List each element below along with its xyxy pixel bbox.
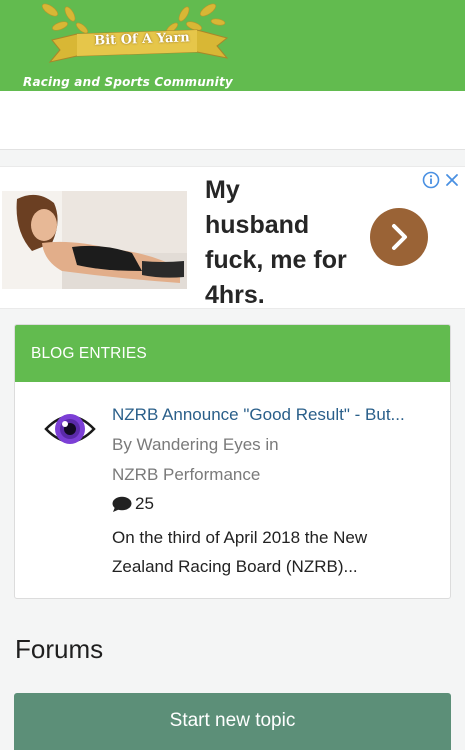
ad-photo-illustration <box>2 191 187 289</box>
ad-image[interactable] <box>2 191 187 289</box>
advertisement[interactable]: My husband fuck, me for 4hrs. <box>0 166 465 309</box>
blog-entries-widget: BLOG ENTRIES NZRB Announce "Good Result"… <box>14 324 451 599</box>
comment-count: 25 <box>112 494 154 514</box>
close-icon[interactable] <box>444 171 460 189</box>
info-icon[interactable] <box>422 171 440 189</box>
navigation-bar <box>0 91 465 150</box>
ad-headline-line: fuck, me for <box>205 246 347 274</box>
excerpt-line: Zealand Racing Board (NZRB)... <box>112 557 358 576</box>
blog-entry-category-link[interactable]: NZRB Performance <box>112 465 260 485</box>
chevron-right-icon <box>392 224 407 250</box>
blog-entry-title-link[interactable]: NZRB Announce "Good Result" - But... <box>112 405 442 425</box>
ad-headline-line: husband <box>205 211 310 239</box>
blog-entries-heading: BLOG ENTRIES <box>15 325 450 382</box>
site-subtitle: Racing and Sports Community <box>23 75 233 89</box>
eye-icon[interactable] <box>43 402 97 456</box>
comment-icon <box>112 496 132 512</box>
ad-headline[interactable]: My husband fuck, me for 4hrs. <box>205 173 375 313</box>
site-header: Bit Of A Yarn Racing and Sports Communit… <box>0 0 465 91</box>
comment-count-value: 25 <box>135 494 154 513</box>
ad-cta-button[interactable] <box>370 208 428 266</box>
ad-headline-line: My <box>205 176 240 204</box>
blog-entry-excerpt: On the third of April 2018 the New Zeala… <box>112 523 437 581</box>
blog-entry-byline: By Wandering Eyes in <box>112 435 279 454</box>
start-new-topic-button[interactable]: Start new topic <box>14 693 451 750</box>
excerpt-line: On the third of April 2018 the New <box>112 528 368 547</box>
ad-headline-line: 4hrs. <box>205 281 265 309</box>
forums-heading: Forums <box>15 634 104 664</box>
